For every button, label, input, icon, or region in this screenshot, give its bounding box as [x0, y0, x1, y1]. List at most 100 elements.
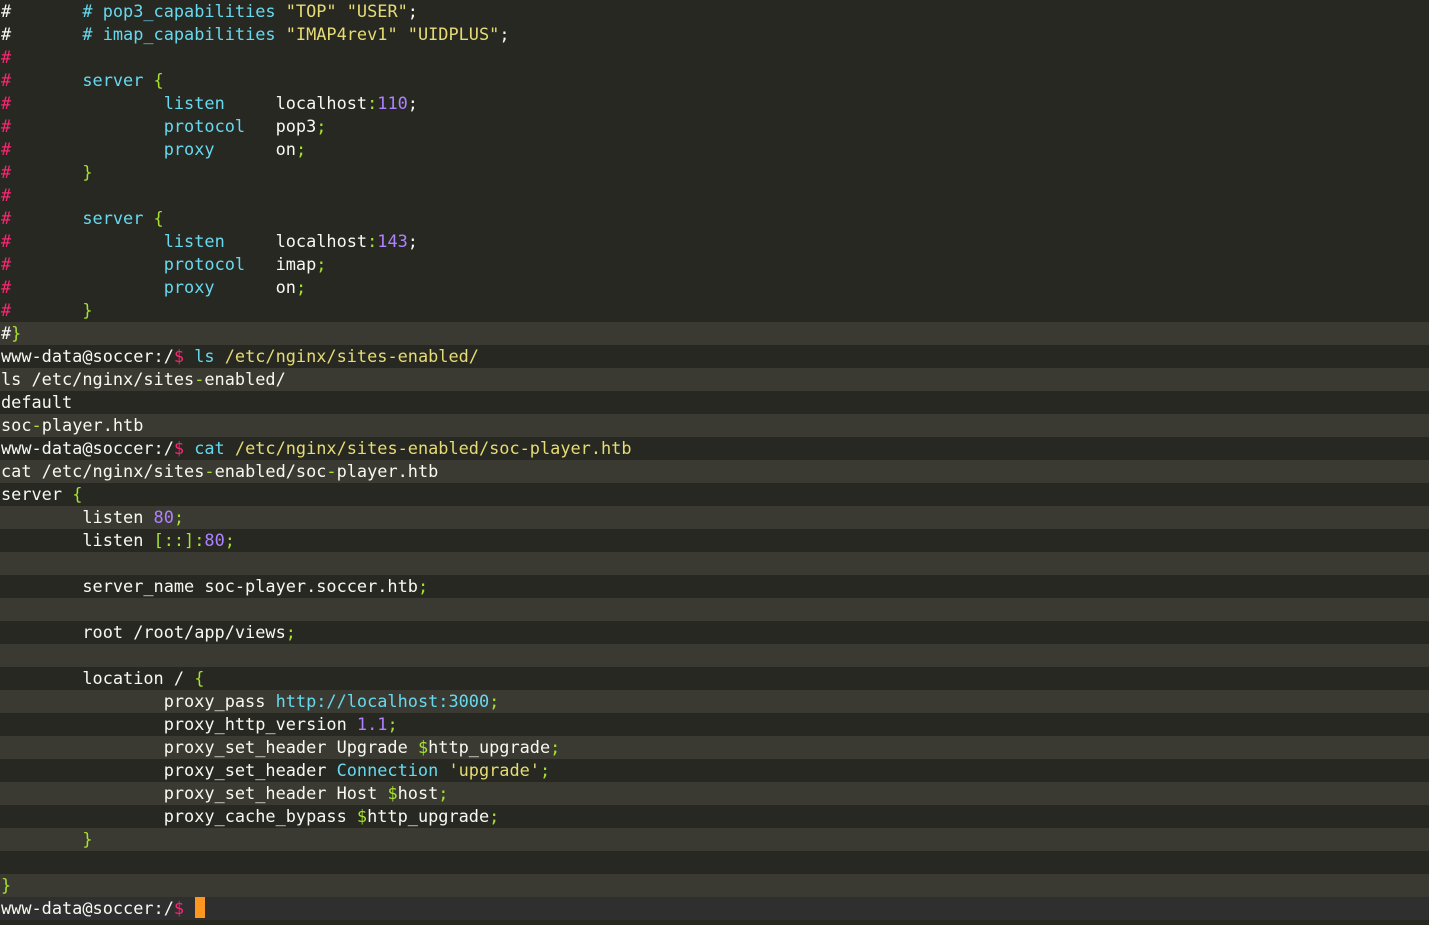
- terminal-token: "TOP" "USER": [285, 1, 408, 21]
- terminal-token: player.htb: [41, 415, 144, 435]
- terminal-token: # imap_capabilities: [82, 24, 276, 44]
- terminal-token: #: [1, 323, 12, 343]
- terminal-token: #: [1, 208, 12, 228]
- terminal-token: listen: [163, 93, 225, 113]
- terminal-line: location / {: [0, 667, 1429, 690]
- terminal-token: #: [1, 24, 12, 44]
- terminal-token: ;: [224, 530, 235, 550]
- terminal-token: ;: [417, 576, 429, 596]
- terminal-token: ;: [489, 806, 500, 826]
- terminal-token: ;: [173, 507, 185, 527]
- terminal-token: server: [1, 484, 73, 504]
- terminal-token: #: [1, 185, 12, 205]
- terminal-token: www-data@soccer:/: [1, 898, 174, 918]
- terminal-line: # listen localhost:110;: [0, 92, 1429, 115]
- terminal-token: ;: [285, 622, 296, 642]
- terminal-token: protocol: [163, 116, 246, 136]
- terminal-token: #: [1, 277, 12, 297]
- terminal-token: $: [173, 438, 185, 458]
- terminal-line: # }: [0, 161, 1429, 184]
- terminal-token: ;: [295, 139, 307, 159]
- terminal-line: # proxy on;: [0, 276, 1429, 299]
- terminal-token: /etc/nginx/sites-enabled/soc-player.htb: [234, 438, 632, 458]
- terminal-token: }: [1, 875, 12, 895]
- terminal-line: ls /etc/nginx/sites-enabled/: [0, 368, 1429, 391]
- terminal-token: listen: [1, 507, 154, 527]
- terminal-token: :: [367, 93, 378, 113]
- terminal-token: {: [72, 484, 83, 504]
- terminal-line: # protocol imap;: [0, 253, 1429, 276]
- terminal-line: [0, 552, 1429, 575]
- terminal-token: proxy_http_version: [1, 714, 357, 734]
- terminal-line: www-data@soccer:/$ ls /etc/nginx/sites-e…: [0, 345, 1429, 368]
- terminal-line: # }: [0, 299, 1429, 322]
- terminal-line: listen [::]:80;: [0, 529, 1429, 552]
- terminal-token: ;: [295, 277, 307, 297]
- terminal-token: :: [367, 231, 378, 251]
- terminal-line: # proxy on;: [0, 138, 1429, 161]
- terminal-token: ;: [550, 737, 561, 757]
- terminal-window[interactable]: # # pop3_capabilities "TOP" "USER"; # # i…: [0, 0, 1429, 925]
- terminal-token: server_name soc-player.soccer.htb: [1, 576, 418, 596]
- terminal-token: ;: [407, 93, 418, 113]
- terminal-line: default: [0, 391, 1429, 414]
- terminal-token: proxy: [163, 139, 215, 159]
- terminal-line: [0, 598, 1429, 621]
- terminal-token: #: [1, 300, 12, 320]
- terminal-token: #: [1, 139, 12, 159]
- terminal-token: }: [82, 300, 93, 320]
- terminal-token: {: [194, 668, 205, 688]
- terminal-token: soc: [1, 415, 32, 435]
- terminal-token: }: [11, 323, 22, 343]
- terminal-token: 143: [377, 231, 408, 251]
- terminal-token: -: [204, 461, 215, 481]
- terminal-line: root /root/app/views;: [0, 621, 1429, 644]
- terminal-token: #: [1, 47, 12, 67]
- terminal-token: #: [1, 162, 12, 182]
- terminal-token: server: [82, 208, 144, 228]
- terminal-line: }: [0, 874, 1429, 897]
- terminal-token: host: [397, 783, 439, 803]
- terminal-token: 'upgrade': [448, 760, 540, 780]
- terminal-token: imap: [245, 254, 317, 274]
- terminal-line: server {: [0, 483, 1429, 506]
- terminal-token: ls: [184, 346, 225, 366]
- prompt-line[interactable]: www-data@soccer:/$: [0, 897, 1429, 920]
- terminal-token: player.htb: [336, 461, 439, 481]
- terminal-line: # protocol pop3;: [0, 115, 1429, 138]
- terminal-token: ;: [539, 760, 551, 780]
- terminal-token: http_upgrade: [367, 806, 490, 826]
- terminal-token: listen: [163, 231, 225, 251]
- terminal-line: proxy_set_header Connection 'upgrade';: [0, 759, 1429, 782]
- terminal-line: listen 80;: [0, 506, 1429, 529]
- terminal-token: $: [417, 737, 429, 757]
- terminal-line: server_name soc-player.soccer.htb;: [0, 575, 1429, 598]
- terminal-token: location /: [1, 668, 195, 688]
- terminal-token: ;: [316, 116, 327, 136]
- terminal-token: ;: [438, 783, 449, 803]
- terminal-token: ls /etc/nginx/sites: [1, 369, 195, 389]
- terminal-token: http_upgrade: [428, 737, 551, 757]
- terminal-token: 1.1: [356, 714, 388, 734]
- terminal-token: $: [173, 346, 185, 366]
- terminal-line: # server {: [0, 207, 1429, 230]
- terminal-line: #: [0, 46, 1429, 69]
- terminal-token: ;: [316, 254, 327, 274]
- terminal-token: # pop3_capabilities: [82, 1, 276, 21]
- terminal-token: enabled/: [204, 369, 286, 389]
- terminal-line: proxy_set_header Host $host;: [0, 782, 1429, 805]
- terminal-token: cat /etc/nginx/sites: [1, 461, 205, 481]
- terminal-token: on: [214, 277, 296, 297]
- terminal-token: 80: [204, 530, 225, 550]
- terminal-token: #: [1, 70, 12, 90]
